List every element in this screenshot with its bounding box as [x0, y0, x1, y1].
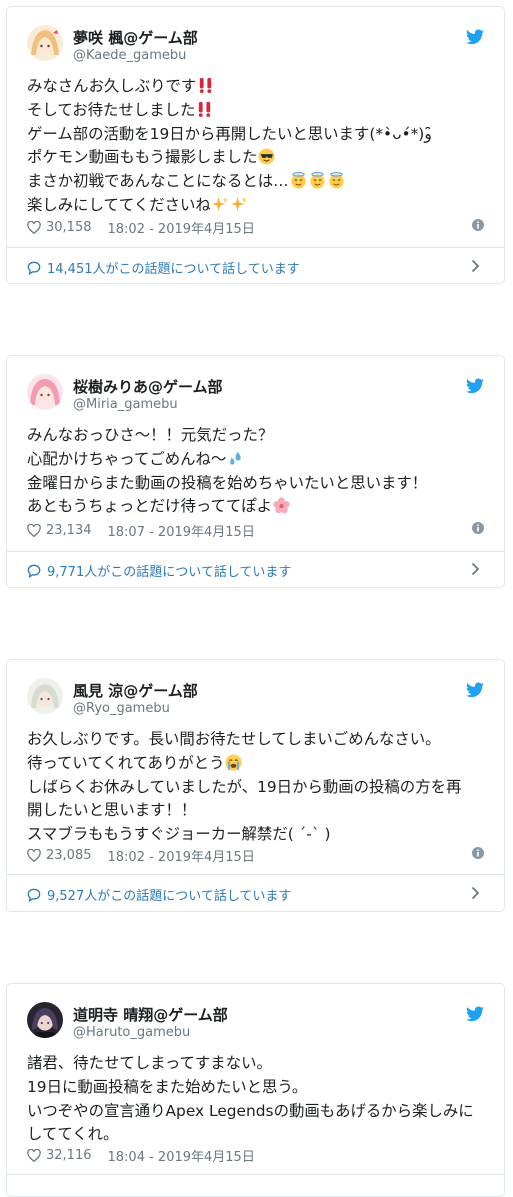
timestamp[interactable]: 18:07 - 2019年4月15日 [108, 521, 255, 540]
like-heart-icon[interactable] [27, 524, 41, 537]
tweet-line: スマブラももうすぐジョーカー解禁だ( ´-` ) [27, 825, 331, 844]
halo-face-icon [328, 172, 344, 189]
tweet-meta: 23,085 18:02 - 2019年4月15日 [27, 846, 484, 865]
tweet-line: みんなおっひさ〜！！元気だった？ [27, 426, 274, 444]
cherry-blossom-icon [273, 497, 290, 514]
like-count[interactable]: 23,134 [46, 523, 92, 538]
divider [7, 874, 504, 875]
info-icon[interactable] [472, 522, 484, 534]
speech-bubble-icon [27, 564, 41, 578]
conversation-link[interactable]: 14,451人がこの話題について話しています [27, 258, 484, 277]
tweet-line: 楽しみにしててくださいね [27, 195, 211, 214]
double-exclamation-icon [200, 77, 212, 94]
tweet-meta: 32,116 18:04 - 2019年4月15日 [27, 1146, 484, 1165]
like-heart-icon[interactable] [27, 849, 41, 862]
tweet-card[interactable]: 夢咲 楓@ゲーム部 @Kaede_gamebu みなさんお久しぶりです そしてお… [6, 6, 505, 284]
timestamp[interactable]: 18:04 - 2019年4月15日 [108, 1146, 255, 1165]
tweet-text: みなさんお久しぶりです そしてお待たせしました ゲーム部の活動を19日から再開し… [27, 75, 490, 218]
conversation-text[interactable]: 14,451人がこの話題について話しています [47, 258, 300, 277]
crying-face-icon [225, 754, 242, 771]
twitter-bird-icon[interactable] [466, 378, 484, 394]
tweet-line: ポケモン動画ももう撮影しました [27, 148, 258, 167]
divider [7, 551, 504, 552]
tweet-line: あともうちょっとだけ待っててぽよ [27, 497, 273, 516]
sweat-droplets-icon [230, 451, 242, 465]
tweet-card[interactable]: 道明寺 晴翔@ゲーム部 @Haruto_gamebu 諸君、待たせてしまってすま… [6, 983, 505, 1197]
tweet-line: そしてお待たせしました [27, 100, 196, 119]
tweet-line: 待っていてくれてありがとう [27, 753, 225, 772]
halo-face-icon [290, 172, 306, 189]
avatar[interactable] [27, 374, 63, 410]
divider [7, 1174, 504, 1175]
speech-bubble-icon [27, 261, 41, 275]
chevron-right-icon[interactable] [471, 562, 480, 576]
like-count[interactable]: 30,158 [46, 220, 92, 235]
user-handle[interactable]: @Ryo_gamebu [73, 701, 170, 716]
tweet-text: みんなおっひさ〜！！元気だった？ 心配かけちゃってごめんね〜 金曜日からまた動画… [27, 424, 490, 519]
tweet-card[interactable]: 桜樹みりあ@ゲーム部 @Miria_gamebu みんなおっひさ〜！！元気だった… [6, 355, 505, 588]
twitter-bird-icon[interactable] [466, 682, 484, 698]
tweet-line: 金曜日からまた動画の投稿を始めちゃいたいと思います！ [27, 473, 428, 492]
display-name[interactable]: 夢咲 楓@ゲーム部 [73, 27, 198, 48]
tweet-line: しばらくお休みしていましたが、19日から動画の投稿の方を再 [27, 777, 462, 796]
tweet-line: お久しぶりです。長い間お待たせしてしまいごめんなさい。 [27, 730, 441, 748]
tweet-text: お久しぶりです。長い間お待たせしてしまいごめんなさい。 待っていてくれてありがと… [27, 728, 490, 847]
sparkles-icon [211, 196, 228, 212]
tweet-line: しててくれ。 [27, 1125, 119, 1144]
tweet-line: 19日に動画投稿をまた始めたいと思う。 [27, 1077, 308, 1096]
info-icon[interactable] [472, 219, 484, 231]
sparkles-icon [230, 196, 247, 212]
twitter-bird-icon[interactable] [466, 1006, 484, 1022]
like-heart-icon[interactable] [27, 1149, 41, 1162]
divider [7, 247, 504, 248]
tweet-line: 心配かけちゃってごめんね〜 [27, 449, 227, 468]
tweet-line: いつぞやの宣言通りApex Legendsの動画もあげるから楽しみに [27, 1101, 474, 1120]
display-name[interactable]: 風見 涼@ゲーム部 [73, 680, 198, 701]
chevron-right-icon[interactable] [471, 259, 480, 273]
tweet-line: 開したいと思います！！ [27, 801, 197, 820]
conversation-text[interactable]: 9,527人がこの話題について話しています [47, 885, 291, 904]
conversation-text[interactable]: 9,771人がこの話題について話しています [47, 561, 291, 580]
tweet-line: まさか初戦であんなことになるとは… [27, 172, 289, 191]
twitter-bird-icon[interactable] [466, 29, 484, 45]
display-name[interactable]: 道明寺 晴翔@ゲーム部 [73, 1004, 228, 1025]
tweet-meta: 23,134 18:07 - 2019年4月15日 [27, 521, 484, 540]
speech-bubble-icon [27, 888, 41, 902]
avatar[interactable] [27, 1002, 63, 1038]
timestamp[interactable]: 18:02 - 2019年4月15日 [108, 846, 255, 865]
timestamp[interactable]: 18:02 - 2019年4月15日 [108, 218, 255, 237]
avatar[interactable] [27, 25, 63, 61]
conversation-link[interactable]: 9,527人がこの話題について話しています [27, 885, 484, 904]
tweet-card[interactable]: 風見 涼@ゲーム部 @Ryo_gamebu お久しぶりです。長い間お待たせしてし… [6, 659, 505, 912]
tweet-line: 諸君、待たせてしまってすまない。 [27, 1054, 272, 1072]
user-handle[interactable]: @Miria_gamebu [73, 397, 178, 412]
user-handle[interactable]: @Haruto_gamebu [73, 1025, 190, 1040]
conversation-link[interactable]: 9,771人がこの話題について話しています [27, 561, 484, 580]
tweet-line: みなさんお久しぶりです [27, 77, 197, 95]
like-heart-icon[interactable] [27, 221, 41, 234]
user-handle[interactable]: @Kaede_gamebu [73, 48, 186, 63]
tweet-text: 諸君、待たせてしまってすまない。 19日に動画投稿をまた始めたいと思う。 いつぞ… [27, 1052, 490, 1147]
chevron-right-icon[interactable] [471, 886, 480, 900]
tweet-line: ゲーム部の活動を19日から再開したいと思います(*•̀ᴗ•́*)و ̑̑ [27, 124, 437, 143]
like-count[interactable]: 32,116 [46, 1148, 92, 1163]
tweet-meta: 30,158 18:02 - 2019年4月15日 [27, 218, 484, 237]
like-count[interactable]: 23,085 [46, 848, 92, 863]
sunglasses-face-icon [258, 148, 275, 165]
halo-face-icon [309, 172, 325, 189]
avatar[interactable] [27, 678, 63, 714]
display-name[interactable]: 桜樹みりあ@ゲーム部 [73, 376, 223, 397]
double-exclamation-icon [199, 101, 211, 117]
info-icon[interactable] [472, 847, 484, 859]
